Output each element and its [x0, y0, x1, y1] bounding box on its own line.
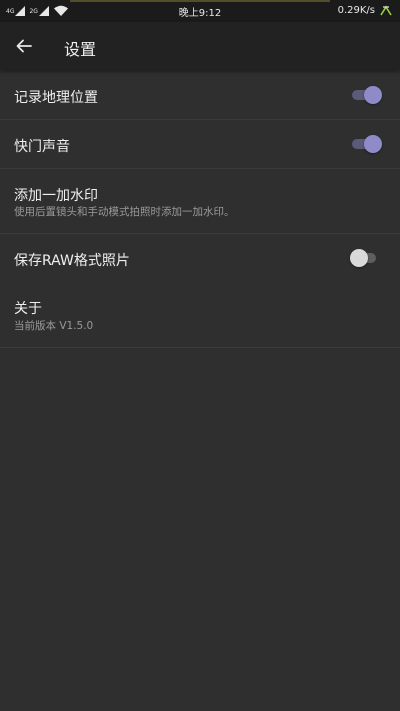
page-title: 设置 [64, 40, 97, 59]
back-button[interactable] [10, 32, 38, 60]
arrow-left-icon [16, 39, 32, 53]
location-toggle[interactable] [350, 85, 382, 105]
setting-raw-title: 保存RAW格式照片 [14, 253, 130, 269]
setting-watermark[interactable]: 添加一加水印 使用后置镜头和手动模式拍照时添加一加水印。 [0, 169, 400, 234]
setting-location[interactable]: 记录地理位置 [0, 71, 400, 120]
setting-about-title: 关于 [14, 301, 42, 317]
setting-raw[interactable]: 保存RAW格式照片 [0, 234, 400, 284]
net-speed: 0.29K/s [337, 4, 375, 16]
setting-shutter-sound-title: 快门声音 [14, 139, 70, 155]
status-progress-line [70, 0, 330, 2]
status-bar: 4G 2G 晚上9:12 0.29K/s [0, 0, 400, 22]
settings-list: 记录地理位置 快门声音 添加一加水印 使用后置镜头和手动模式拍照时添加一加水印。… [0, 71, 400, 348]
status-right: 0.29K/s [338, 4, 392, 16]
app-bar: 设置 [0, 22, 400, 70]
shears-icon [380, 5, 392, 16]
setting-about[interactable]: 关于 当前版本 V1.5.0 [0, 284, 400, 348]
setting-watermark-subtitle: 使用后置镜头和手动模式拍照时添加一加水印。 [14, 206, 235, 218]
setting-watermark-title: 添加一加水印 [14, 188, 98, 204]
toggle-thumb [364, 135, 382, 153]
raw-toggle[interactable] [350, 248, 382, 268]
setting-about-version: 当前版本 V1.5.0 [14, 320, 94, 332]
setting-location-title: 记录地理位置 [14, 90, 98, 106]
toggle-thumb [364, 86, 382, 104]
toggle-thumb [350, 249, 368, 267]
setting-shutter-sound[interactable]: 快门声音 [0, 120, 400, 169]
shutter-sound-toggle[interactable] [350, 134, 382, 154]
